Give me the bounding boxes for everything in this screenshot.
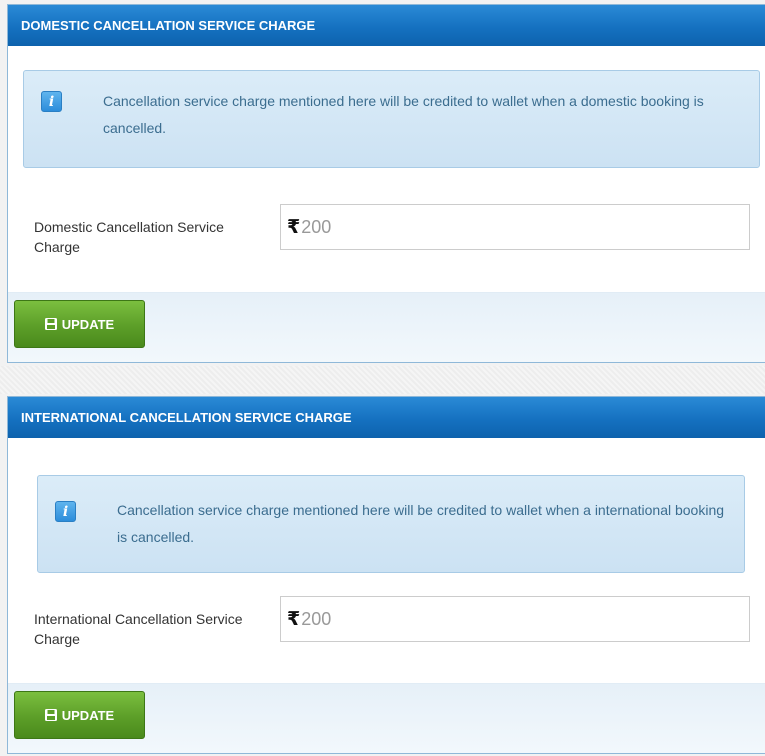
info-icon: i: [55, 501, 76, 522]
international-panel-footer: UPDATE: [8, 683, 765, 753]
international-charge-field[interactable]: ₹: [280, 596, 750, 642]
rupee-icon: ₹: [287, 216, 301, 238]
international-charge-label: International Cancellation Service Charg…: [34, 611, 243, 647]
domestic-panel-header: DOMESTIC CANCELLATION SERVICE CHARGE: [8, 5, 765, 46]
floppy-disk-icon: [44, 318, 57, 330]
international-update-button[interactable]: UPDATE: [14, 691, 145, 739]
domestic-cancellation-panel: DOMESTIC CANCELLATION SERVICE CHARGE i C…: [7, 4, 765, 363]
domestic-panel-footer: UPDATE: [8, 292, 765, 362]
info-icon: i: [41, 91, 62, 112]
domestic-charge-input[interactable]: [301, 216, 702, 238]
international-update-label: UPDATE: [61, 707, 115, 723]
floppy-disk-icon: [44, 709, 57, 721]
international-cancellation-panel: INTERNATIONAL CANCELLATION SERVICE CHARG…: [7, 396, 765, 754]
panel-separator: [0, 366, 765, 394]
international-info-text: Cancellation service charge mentioned he…: [117, 502, 725, 545]
domestic-update-label: UPDATE: [61, 316, 115, 332]
domestic-info-text: Cancellation service charge mentioned he…: [103, 93, 704, 136]
international-panel-header: INTERNATIONAL CANCELLATION SERVICE CHARG…: [8, 397, 765, 438]
international-info-box: i Cancellation service charge mentioned …: [37, 475, 745, 573]
international-charge-input[interactable]: [301, 608, 702, 630]
domestic-update-button[interactable]: UPDATE: [14, 300, 145, 348]
rupee-icon: ₹: [287, 608, 301, 630]
domestic-charge-field[interactable]: ₹: [280, 204, 750, 250]
domestic-charge-label: Domestic Cancellation Service Charge: [34, 219, 224, 255]
domestic-info-box: i Cancellation service charge mentioned …: [23, 70, 760, 168]
